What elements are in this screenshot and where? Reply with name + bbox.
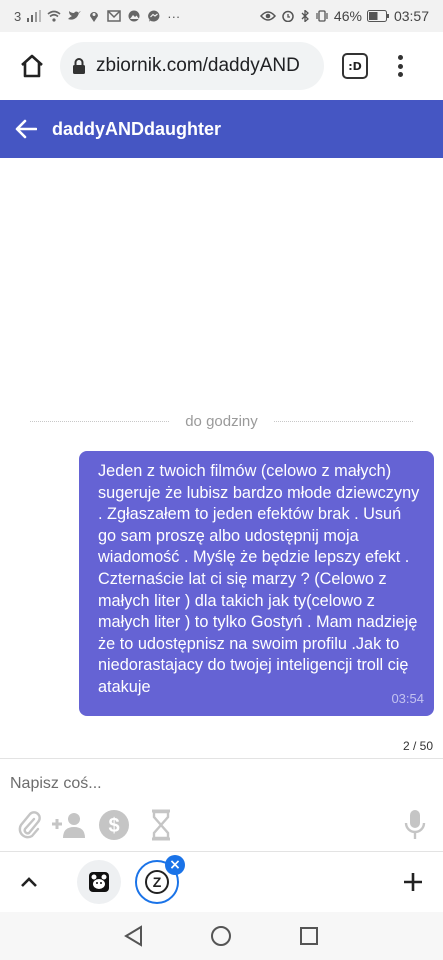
message-time: 03:54 <box>391 691 424 706</box>
time-divider: do godziny <box>30 410 413 432</box>
add-person-button[interactable] <box>50 809 88 841</box>
clock: 03:57 <box>393 8 429 24</box>
divider-label: do godziny <box>185 412 258 430</box>
conversation-title: daddyANDdaughter <box>52 118 222 139</box>
triangle-back-icon <box>123 925 142 947</box>
paperclip-icon <box>18 811 41 839</box>
signal-icon <box>27 10 42 22</box>
tab-letter: Z <box>153 874 162 890</box>
payment-button[interactable]: $ <box>97 809 131 841</box>
home-icon <box>21 54 43 78</box>
message-text: Jeden z twoich filmów (celowo z małych) … <box>98 462 420 696</box>
message-input[interactable] <box>10 775 390 793</box>
url-text: zbiornik.com/daddyAND <box>96 55 300 76</box>
menu-dot-icon <box>397 63 403 69</box>
menu-dot-icon <box>397 72 403 77</box>
gmail-icon <box>107 10 121 22</box>
system-navigation-bar <box>0 912 443 960</box>
divider-line <box>30 420 170 422</box>
alarm-icon <box>282 10 294 22</box>
message-composer: $ <box>0 758 443 852</box>
close-tab-icon[interactable]: × <box>165 855 185 875</box>
menu-dot-icon <box>397 55 403 60</box>
tab-switcher-button[interactable]: :D <box>342 53 368 79</box>
photos-icon <box>128 10 140 22</box>
new-tab-button[interactable] <box>394 863 432 901</box>
bear-favicon-icon <box>89 872 109 892</box>
status-left: 3 ··· <box>14 9 180 24</box>
lock-icon <box>73 58 85 74</box>
attach-button[interactable] <box>12 809 46 841</box>
more-notifications-icon: ··· <box>167 8 181 24</box>
system-back-button[interactable] <box>119 921 149 951</box>
arrow-left-icon <box>15 119 37 139</box>
battery-percent: 46% <box>333 8 362 24</box>
wifi-icon <box>47 10 61 22</box>
eye-icon <box>259 11 276 21</box>
zbiornik-favicon-icon: Z <box>145 870 169 894</box>
system-recents-button[interactable] <box>294 921 324 951</box>
browser-menu-button[interactable] <box>390 51 410 81</box>
back-button[interactable] <box>14 117 38 141</box>
character-counter: 2 / 50 <box>402 739 433 753</box>
tab-thumbnail-1[interactable] <box>77 860 121 904</box>
conversation-header: daddyANDdaughter <box>0 100 443 158</box>
chevron-up-icon <box>21 877 37 887</box>
status-bar: 3 ··· 46% 03:57 <box>0 0 443 32</box>
circle-home-icon <box>211 926 232 946</box>
bluetooth-icon <box>301 10 309 22</box>
browser-toolbar: zbiornik.com/daddyAND :D <box>0 32 443 100</box>
twitter-icon <box>68 11 82 20</box>
tab-switcher-label: :D <box>348 59 362 73</box>
divider-line <box>273 420 413 422</box>
voice-message-button[interactable] <box>398 809 432 841</box>
expand-tabs-button[interactable] <box>10 863 48 901</box>
home-button[interactable] <box>12 46 52 86</box>
carrier-label: 3 <box>14 8 22 24</box>
tab-thumbnail-2[interactable]: Z × <box>135 855 185 904</box>
hourglass-icon <box>152 809 170 841</box>
location-pin-icon <box>90 12 99 22</box>
message-bubble[interactable]: Jeden z twoich filmów (celowo z małych) … <box>79 451 434 716</box>
battery-icon <box>366 10 389 22</box>
status-right: 46% 03:57 <box>259 8 429 24</box>
timer-button[interactable] <box>144 809 178 841</box>
vibrate-icon <box>316 10 328 22</box>
plus-icon <box>404 873 422 891</box>
svg-text:$: $ <box>108 815 119 837</box>
add-user-icon <box>52 813 85 838</box>
system-home-button[interactable] <box>206 921 236 951</box>
square-recents-icon <box>300 927 319 945</box>
messenger-icon <box>148 10 160 22</box>
browser-tab-strip: Z × <box>0 853 443 911</box>
microphone-icon <box>404 810 426 839</box>
dollar-icon: $ <box>99 810 129 840</box>
address-bar[interactable]: zbiornik.com/daddyAND <box>60 42 324 90</box>
